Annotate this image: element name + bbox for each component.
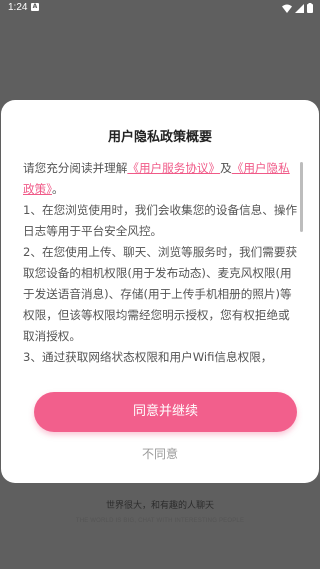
agree-button[interactable]: 同意并继续 [34, 392, 297, 432]
privacy-dialog: 用户隐私政策概要 请您充分阅读并理解《用户服务协议》及《用户隐私政策》。 1、在… [1, 100, 319, 483]
service-agreement-link[interactable]: 《用户服务协议》 [127, 161, 220, 175]
background-slogan-en: THE WORLD IS BIG, CHAT WITH INTERESTING … [75, 518, 245, 524]
wifi-icon [282, 4, 292, 13]
dialog-scrollbar[interactable] [300, 162, 303, 232]
battery-icon [307, 3, 313, 13]
status-bar: 1:24 A [0, 0, 320, 16]
dialog-title: 用户隐私政策概要 [107, 130, 212, 145]
signal-icon [295, 3, 304, 13]
background-slogan: 世界很大，和有趣的人聊天 [105, 501, 214, 511]
intro-end-text: 。 [51, 182, 64, 196]
screen: 1:24 A 世界很大，和有趣的人聊天 THE WORLD IS BIG, CH… [0, 0, 320, 569]
intro-paragraph: 请您充分阅读并理解《用户服务协议》及《用户隐私政策》。 [23, 158, 299, 200]
status-time: 1:24 [8, 2, 28, 13]
status-icons [282, 3, 313, 13]
policy-item-1: 1、在您浏览使用时，我们会收集您的设备信息、操作日志等用于平台安全风控。 [23, 203, 298, 238]
policy-item-3: 3、通过获取网络状态权限和用户Wifi信息权限， [23, 350, 273, 364]
intro-and-text: 及 [220, 161, 232, 175]
dialog-body[interactable]: 请您充分阅读并理解《用户服务协议》及《用户隐私政策》。 1、在您浏览使用时，我们… [23, 158, 299, 370]
notification-icon: A [31, 3, 39, 11]
intro-text: 请您充分阅读并理解 [23, 161, 128, 175]
policy-item-2: 2、在您使用上传、聊天、浏览等服务时，我们需要获取您设备的相机权限(用于发布动态… [23, 245, 298, 343]
disagree-button[interactable]: 不同意 [1, 442, 319, 466]
